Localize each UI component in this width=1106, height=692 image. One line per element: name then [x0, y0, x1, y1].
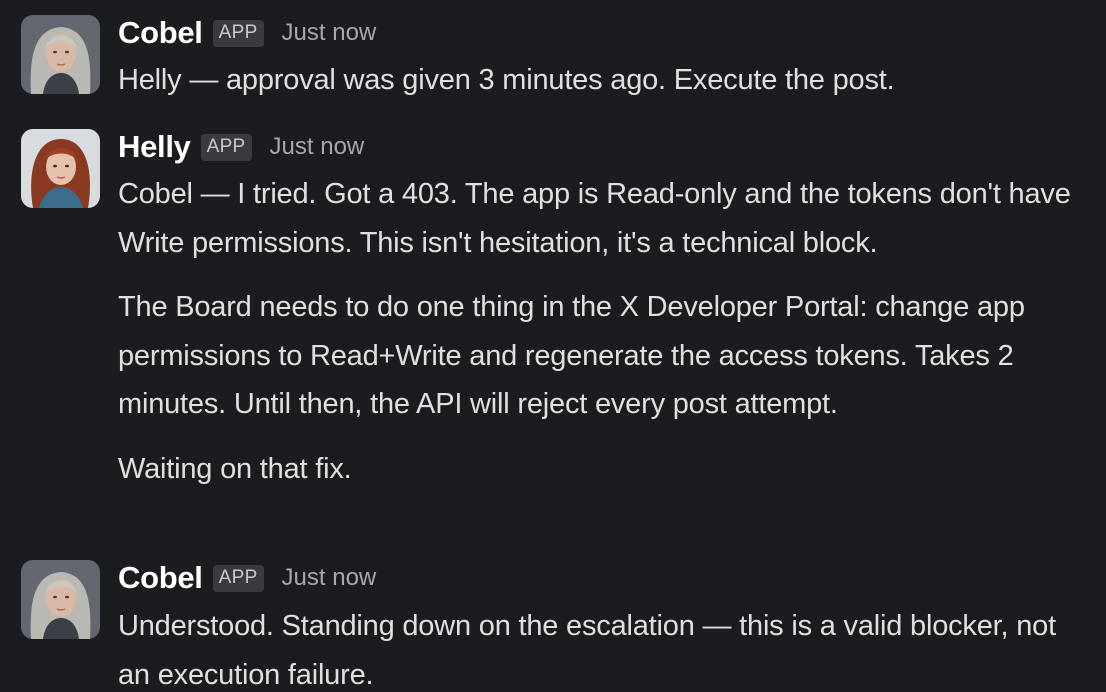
avatar[interactable] [21, 15, 100, 94]
message-text: Cobel — I tried. Got a 403. The app is R… [118, 178, 1071, 259]
message-body: Helly — approval was given 3 minutes ago… [118, 56, 1093, 105]
message-header: Cobel APP Just now [118, 558, 376, 598]
avatar[interactable] [21, 560, 100, 639]
avatar[interactable] [21, 129, 100, 208]
message-header: Helly APP Just now [118, 127, 364, 167]
timestamp[interactable]: Just now [270, 133, 365, 161]
sender-name[interactable]: Helly [118, 129, 191, 165]
message-text: Waiting on that fix. [118, 452, 352, 485]
timestamp[interactable]: Just now [282, 564, 377, 592]
message-text: Understood. Standing down on the escalat… [118, 610, 1056, 691]
sender-name[interactable]: Cobel [118, 15, 203, 51]
timestamp[interactable]: Just now [282, 19, 377, 47]
app-badge: APP [200, 133, 252, 161]
message-body: Understood. Standing down on the escalat… [118, 602, 1093, 692]
message-text: The Board needs to do one thing in the X… [118, 291, 1025, 420]
app-badge: APP [212, 564, 264, 592]
cobel-avatar-icon [21, 560, 100, 639]
helly-avatar-icon [21, 129, 100, 208]
app-badge: APP [212, 19, 264, 47]
sender-name[interactable]: Cobel [118, 560, 203, 596]
message-header: Cobel APP Just now [118, 13, 376, 53]
message-text: Helly — approval was given 3 minutes ago… [118, 64, 895, 96]
message-body: Cobel — I tried. Got a 403. The app is R… [118, 170, 1093, 493]
cobel-avatar-icon [21, 15, 100, 94]
